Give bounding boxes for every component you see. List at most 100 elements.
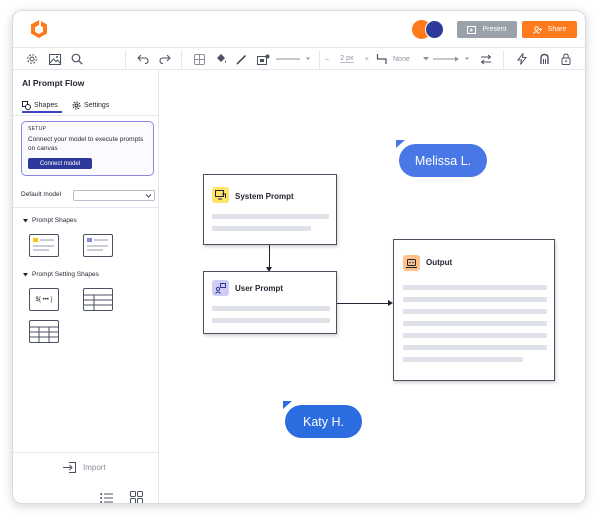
minus-icon[interactable]: – bbox=[325, 56, 329, 63]
section-prompt-setting-shapes[interactable]: Prompt Setting Shapes bbox=[23, 271, 99, 278]
table-shape[interactable] bbox=[83, 288, 113, 311]
fill-bucket-icon[interactable] bbox=[214, 52, 228, 66]
tab-settings[interactable]: Settings bbox=[72, 98, 109, 112]
toolbar: – 2 px + None bbox=[13, 48, 585, 70]
tab-settings-label: Settings bbox=[84, 101, 110, 109]
import-button[interactable]: Import bbox=[63, 462, 106, 473]
shapes-icon bbox=[22, 100, 31, 110]
lock-icon[interactable] bbox=[559, 52, 573, 66]
user-prompt-shape[interactable] bbox=[83, 234, 113, 257]
active-tab-indicator bbox=[22, 111, 62, 113]
app-window: Present Share – 2 px + None AI Prompt Fl… bbox=[12, 10, 586, 504]
tab-shapes[interactable]: Shapes bbox=[22, 98, 58, 112]
toolbar-divider bbox=[125, 50, 126, 68]
collaborator-avatars[interactable] bbox=[412, 20, 446, 40]
setup-label: SETUP bbox=[28, 126, 47, 132]
plus-icon[interactable]: + bbox=[365, 56, 369, 63]
share-label: Share bbox=[547, 26, 567, 33]
lightning-icon[interactable] bbox=[515, 52, 529, 66]
caret-down-icon bbox=[23, 272, 28, 276]
connector-line[interactable] bbox=[337, 303, 389, 304]
table-icon[interactable] bbox=[192, 52, 206, 66]
user-swap-icon bbox=[212, 280, 229, 296]
collaborator-name: Katy H. bbox=[303, 414, 344, 429]
present-button[interactable]: Present bbox=[457, 21, 517, 38]
placeholder-line bbox=[403, 285, 547, 290]
variable-shape-text: ${ ••• } bbox=[35, 296, 53, 303]
stroke-width-stepper[interactable]: – 2 px + bbox=[325, 52, 369, 66]
undo-icon[interactable] bbox=[136, 52, 150, 66]
connector-line[interactable] bbox=[269, 245, 270, 268]
import-label: Import bbox=[83, 463, 106, 472]
node-title: System Prompt bbox=[235, 192, 294, 201]
magnet-icon[interactable] bbox=[537, 52, 551, 66]
image-icon[interactable] bbox=[48, 52, 62, 66]
divider bbox=[13, 207, 159, 208]
node-title: User Prompt bbox=[235, 284, 284, 293]
list-view-icon[interactable] bbox=[100, 491, 113, 503]
pen-icon[interactable] bbox=[234, 52, 248, 66]
collaborator-cursor-melissa: Melissa L. bbox=[399, 144, 487, 177]
section-label: Prompt Shapes bbox=[32, 217, 77, 224]
gear-icon[interactable] bbox=[25, 52, 39, 66]
search-icon[interactable] bbox=[70, 52, 84, 66]
avatar[interactable] bbox=[425, 20, 444, 39]
import-icon bbox=[63, 462, 76, 473]
elbow-connector-icon[interactable] bbox=[375, 52, 389, 66]
present-icon bbox=[467, 25, 477, 34]
placeholder-line bbox=[212, 226, 311, 231]
divider bbox=[13, 115, 159, 116]
chevron-down-icon bbox=[145, 194, 152, 198]
toolbar-divider bbox=[181, 50, 182, 68]
placeholder-line bbox=[212, 306, 330, 311]
share-button[interactable]: Share bbox=[522, 21, 577, 38]
collaborator-cursor-katy: Katy H. bbox=[285, 405, 362, 438]
user-prompt-node[interactable]: User Prompt bbox=[203, 271, 337, 334]
section-prompt-shapes[interactable]: Prompt Shapes bbox=[23, 217, 77, 224]
grid-table-shape[interactable] bbox=[29, 320, 59, 343]
gear-icon bbox=[72, 101, 81, 109]
default-model-select[interactable] bbox=[73, 190, 155, 201]
placeholder-line bbox=[403, 333, 547, 338]
arrow-end-select[interactable] bbox=[433, 52, 473, 66]
top-bar: Present Share bbox=[13, 11, 585, 48]
placeholder-line bbox=[212, 318, 330, 323]
node-title: Output bbox=[426, 258, 453, 267]
grid-view-icon[interactable] bbox=[130, 491, 143, 503]
monitor-icon bbox=[212, 187, 229, 203]
setup-card: SETUP Connect your model to execute prom… bbox=[21, 121, 154, 176]
placeholder-line bbox=[403, 297, 547, 302]
tab-shapes-label: Shapes bbox=[34, 101, 58, 109]
placeholder-line bbox=[403, 309, 547, 314]
chevron-down-icon bbox=[423, 57, 429, 61]
placeholder-line bbox=[403, 345, 547, 350]
output-node[interactable]: Output bbox=[393, 239, 555, 381]
setup-description: Connect your model to execute prompts on… bbox=[28, 136, 144, 152]
shapes-sidebar: AI Prompt Flow Shapes Settings SETUP Con… bbox=[13, 70, 159, 503]
collaborator-name: Melissa L. bbox=[414, 153, 472, 168]
connect-model-button[interactable]: Connect model bbox=[28, 158, 92, 169]
caret-down-icon bbox=[23, 218, 28, 222]
document-title[interactable]: AI Prompt Flow bbox=[22, 78, 84, 88]
swap-icon[interactable] bbox=[479, 52, 493, 66]
placeholder-line bbox=[212, 214, 329, 219]
robot-icon bbox=[403, 255, 420, 271]
placeholder-line bbox=[403, 357, 523, 362]
cursor-pointer-icon bbox=[396, 140, 405, 148]
diagram-canvas[interactable]: System Prompt User Prompt Output Melissa… bbox=[159, 70, 585, 503]
placeholder-line bbox=[403, 321, 547, 326]
stroke-width-value: 2 px bbox=[340, 55, 354, 63]
system-prompt-shape[interactable] bbox=[29, 234, 59, 257]
app-logo-icon[interactable] bbox=[29, 19, 49, 39]
sidebar-tabs: Shapes Settings bbox=[22, 98, 152, 113]
arrow-start-select[interactable]: None bbox=[393, 52, 429, 66]
default-model-label: Default model bbox=[21, 191, 62, 198]
toolbar-divider bbox=[503, 50, 504, 68]
arrow-start-value: None bbox=[393, 55, 410, 63]
add-user-icon bbox=[532, 25, 542, 34]
variable-shape[interactable]: ${ ••• } bbox=[29, 288, 59, 311]
redo-icon[interactable] bbox=[158, 52, 172, 66]
system-prompt-node[interactable]: System Prompt bbox=[203, 174, 337, 245]
shape-style-icon[interactable] bbox=[255, 52, 271, 66]
line-style-select[interactable] bbox=[276, 52, 314, 66]
